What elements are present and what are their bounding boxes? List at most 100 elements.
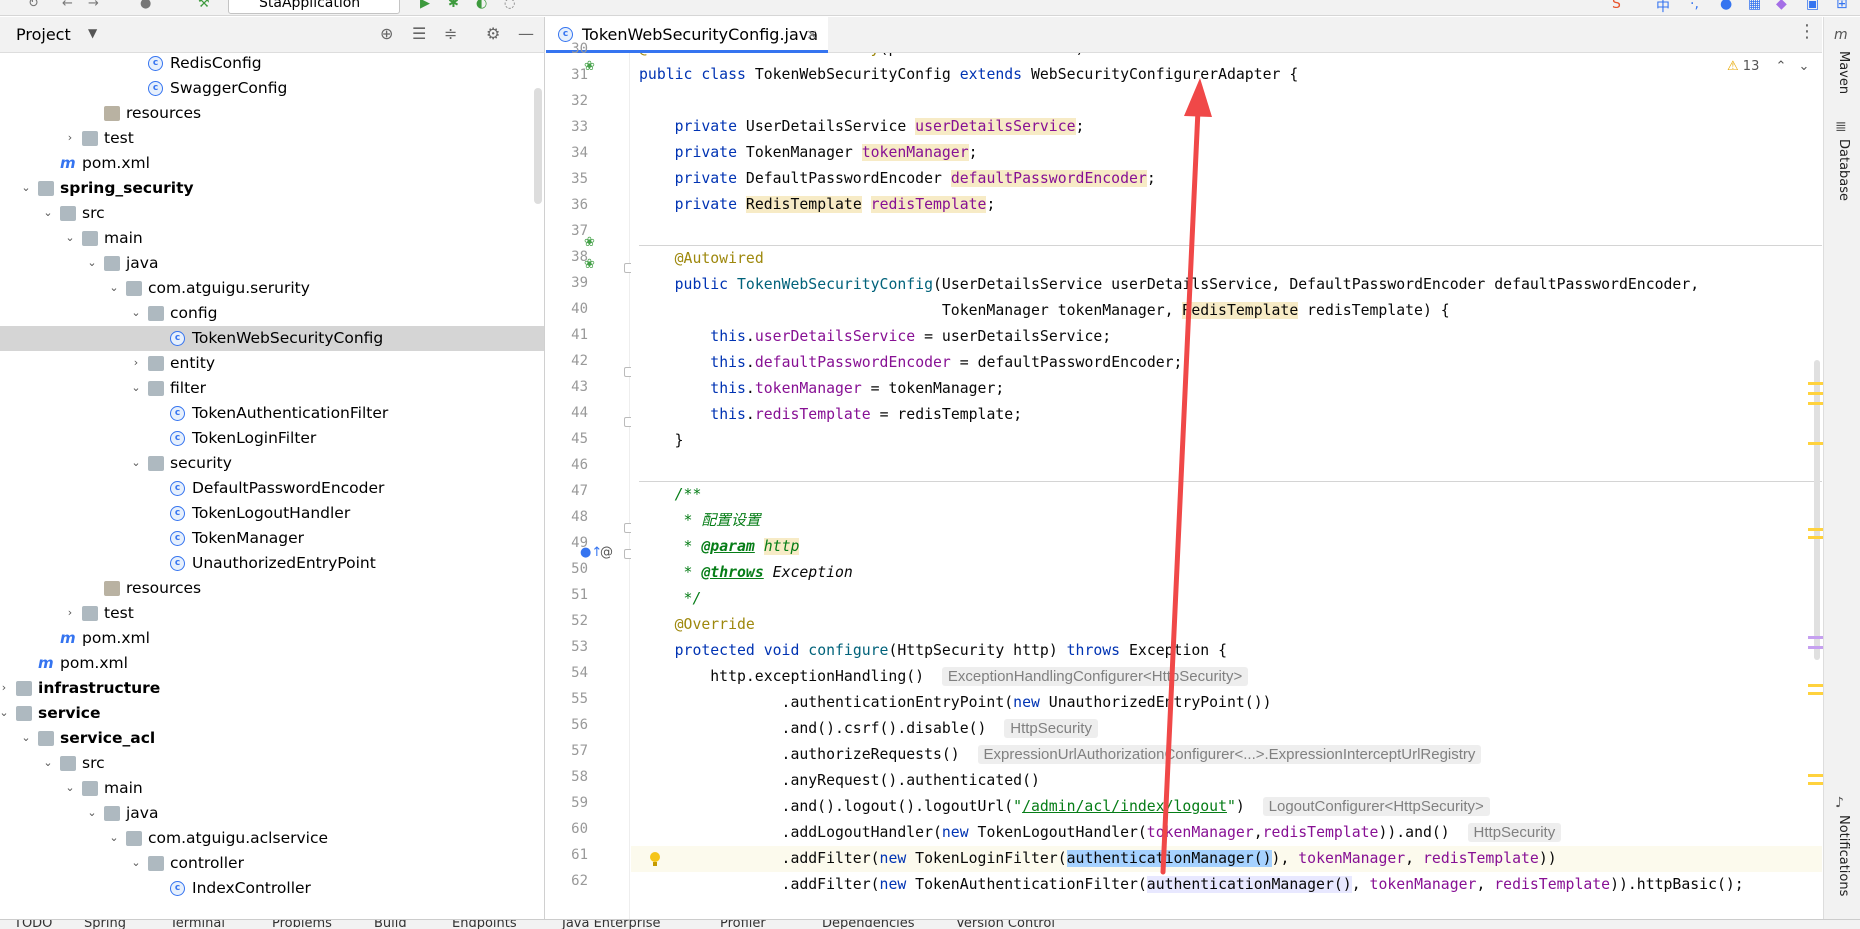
ime-punct-icon[interactable]: ·,	[1690, 0, 1699, 12]
chevron-right-icon[interactable]: ›	[64, 132, 76, 144]
tree-item[interactable]: ⌄ com.atguigu.serurity	[0, 276, 544, 301]
tree-item[interactable]: › entity	[0, 351, 544, 376]
chevron-down-icon[interactable]: ⌄	[108, 282, 120, 294]
tree-item[interactable]: c SwaggerConfig	[0, 76, 544, 101]
tree-item[interactable]: ⌄ security	[0, 451, 544, 476]
bottom-tool-9[interactable]: Version Control	[956, 920, 1055, 929]
project-panel-title[interactable]: Project	[16, 25, 71, 44]
chevron-down-icon[interactable]: ⌄	[42, 207, 54, 219]
tree-item[interactable]: ⌄ service	[0, 701, 544, 726]
error-stripe-marker[interactable]	[1808, 636, 1824, 639]
apps-grid-icon[interactable]: ⊞	[1836, 0, 1848, 12]
skin-icon[interactable]: ◆	[1776, 0, 1787, 12]
error-stripe-marker[interactable]	[1808, 782, 1824, 785]
user-icon[interactable]: ●	[140, 0, 151, 11]
profile-icon[interactable]: ◌	[504, 0, 515, 11]
inspections-widget[interactable]: ⚠ 13 ⌃ ⌄	[1727, 59, 1809, 74]
build-hammer-icon[interactable]: ⚒	[198, 0, 210, 11]
tree-item[interactable]: c DefaultPasswordEncoder	[0, 476, 544, 501]
chevron-down-icon[interactable]: ⌄	[130, 382, 142, 394]
chevron-down-icon[interactable]: ⌄	[64, 782, 76, 794]
tree-item[interactable]: ⌄ controller	[0, 851, 544, 876]
chevron-down-icon[interactable]: ⌄	[1799, 59, 1810, 74]
chevron-down-icon[interactable]: ⌄	[86, 807, 98, 819]
tree-item[interactable]: c TokenManager	[0, 526, 544, 551]
locate-icon[interactable]: ⊕	[380, 24, 393, 43]
tab-token-web-security-config[interactable]: c TokenWebSecurityConfig.java ×	[546, 17, 828, 53]
error-stripe-marker[interactable]	[1808, 442, 1824, 445]
minimize-icon[interactable]: —	[518, 24, 534, 43]
tree-item[interactable]: › infrastructure	[0, 676, 544, 701]
chevron-down-icon[interactable]: ▼	[88, 26, 97, 40]
error-stripe-marker[interactable]	[1808, 392, 1824, 395]
chevron-right-icon[interactable]: ›	[0, 682, 10, 694]
chevron-down-icon[interactable]: ⌄	[20, 732, 32, 744]
error-stripe-marker[interactable]	[1808, 684, 1824, 687]
chevron-down-icon[interactable]: ⌄	[108, 832, 120, 844]
debug-icon[interactable]: ✱	[448, 0, 459, 11]
chevron-down-icon[interactable]: ⌄	[130, 457, 142, 469]
chevron-down-icon[interactable]: ⌄	[86, 257, 98, 269]
tree-item[interactable]: ⌄ service_acl	[0, 726, 544, 751]
tree-item[interactable]: resources	[0, 101, 544, 126]
bottom-tool-3[interactable]: Problems	[272, 920, 332, 929]
forward-icon[interactable]: →	[88, 0, 99, 11]
tree-item[interactable]: ⌄ main	[0, 226, 544, 251]
coverage-icon[interactable]: ◐	[476, 0, 487, 11]
keyboard-icon[interactable]: ▦	[1748, 0, 1761, 12]
bottom-tool-4[interactable]: Build	[374, 920, 407, 929]
chevron-down-icon[interactable]: ⌄	[130, 307, 142, 319]
error-stripe-marker[interactable]	[1808, 528, 1824, 531]
chevron-up-icon[interactable]: ⌃	[1775, 59, 1786, 74]
tree-item[interactable]: ⌄ config	[0, 301, 544, 326]
chevron-down-icon[interactable]: ⌄	[130, 857, 142, 869]
close-icon[interactable]: ×	[806, 17, 818, 53]
tree-item[interactable]: ⌄ java	[0, 251, 544, 276]
database-tool-label[interactable]: Database	[1836, 139, 1851, 201]
chevron-down-icon[interactable]: ⌄	[64, 232, 76, 244]
bottom-tool-8[interactable]: Dependencies	[822, 920, 915, 929]
expand-all-icon[interactable]: ☰	[412, 24, 426, 43]
bottom-tool-1[interactable]: Spring	[84, 920, 126, 929]
notifications-tool-label[interactable]: Notifications	[1836, 815, 1851, 896]
editor-scrollbar[interactable]	[1814, 360, 1820, 660]
refresh-icon[interactable]: ↻	[28, 0, 39, 11]
database-icon[interactable]: ≣	[1835, 119, 1847, 135]
tree-item[interactable]: resources	[0, 576, 544, 601]
lightbulb-icon[interactable]	[648, 851, 662, 867]
ime-language-label[interactable]: 中	[1656, 0, 1670, 15]
tree-item[interactable]: c UnauthorizedEntryPoint	[0, 551, 544, 576]
bell-icon[interactable]: ♪	[1835, 795, 1844, 811]
bottom-tool-2[interactable]: Terminal	[170, 920, 225, 929]
code-editor[interactable]: @EnableGlobalMethodSecurity(prePostEnabl…	[631, 53, 1822, 919]
tree-item[interactable]: c IndexController	[0, 876, 544, 901]
more-tabs-icon[interactable]: ⋮	[1798, 21, 1816, 42]
error-stripe-marker[interactable]	[1808, 382, 1824, 385]
tree-item[interactable]: c TokenLoginFilter	[0, 426, 544, 451]
tree-item[interactable]: c TokenAuthenticationFilter	[0, 401, 544, 426]
tree-item[interactable]: ⌄ main	[0, 776, 544, 801]
chevron-right-icon[interactable]: ›	[64, 607, 76, 619]
error-stripe-marker[interactable]	[1808, 692, 1824, 695]
maven-icon[interactable]: m	[1834, 27, 1848, 43]
tree-item[interactable]: ⌄ src	[0, 201, 544, 226]
collapse-all-icon[interactable]: ≑	[444, 24, 457, 43]
tree-item[interactable]: c TokenWebSecurityConfig	[0, 326, 544, 351]
annotation-marker-icon[interactable]: @	[600, 546, 613, 560]
bottom-tool-7[interactable]: Profiler	[720, 920, 766, 929]
run-config-select[interactable]: StaApplication	[228, 0, 400, 14]
tree-item[interactable]: m pom.xml	[0, 626, 544, 651]
run-icon[interactable]: ▶	[420, 0, 430, 11]
tree-item[interactable]: ⌄ filter	[0, 376, 544, 401]
tree-item[interactable]: ⌄ src	[0, 751, 544, 776]
maven-tool-label[interactable]: Maven	[1836, 51, 1851, 94]
tree-item[interactable]: c TokenLogoutHandler	[0, 501, 544, 526]
error-stripe-marker[interactable]	[1808, 774, 1824, 777]
bottom-tool-6[interactable]: Java Enterprise	[562, 920, 660, 929]
tree-item[interactable]: › test	[0, 601, 544, 626]
tree-item[interactable]: m pom.xml	[0, 151, 544, 176]
toolbox-icon[interactable]: ▣	[1806, 0, 1819, 12]
tree-item[interactable]: c RedisConfig	[0, 53, 544, 76]
error-stripe-marker[interactable]	[1808, 646, 1824, 649]
bottom-tool-5[interactable]: Endpoints	[452, 920, 517, 929]
